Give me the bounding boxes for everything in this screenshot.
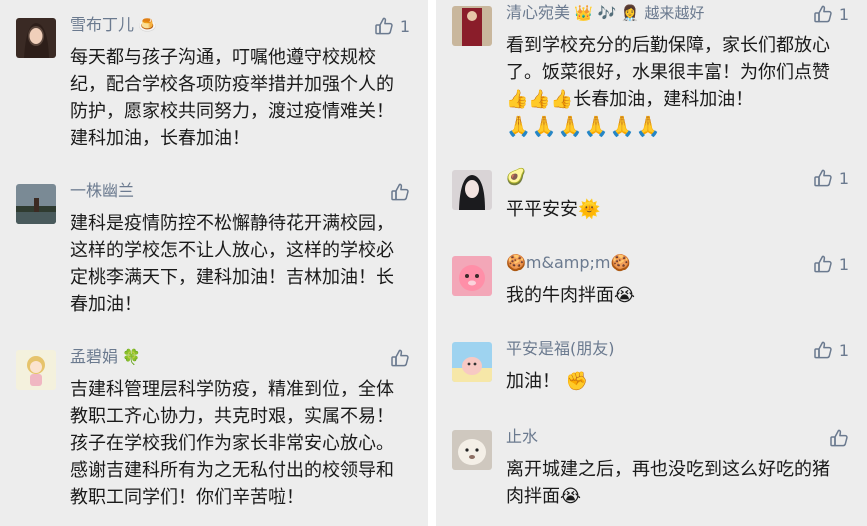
avatar[interactable] (452, 170, 492, 210)
thumbs-up-icon (374, 16, 394, 36)
avatar[interactable] (16, 18, 56, 58)
avatar[interactable] (452, 256, 492, 296)
comment-emoji-line: 🙏🙏🙏🙏🙏🙏 (506, 114, 662, 138)
like-button[interactable] (390, 180, 410, 204)
avatar[interactable] (16, 350, 56, 390)
avatar[interactable] (452, 6, 492, 46)
comment-text: 离开城建之后，再也没吃到这么好吃的猪肉拌面😭 (506, 459, 830, 507)
comment-username[interactable]: 🍪m&amp;m🍪 (506, 252, 630, 274)
comment-text: 加油！ ✊ (506, 371, 589, 392)
comment-username[interactable]: 一株幽兰 (70, 180, 134, 202)
comment-text: 平平安安🌞 (506, 199, 601, 220)
thumbs-up-icon (813, 254, 833, 274)
thumbs-up-icon (390, 348, 410, 368)
comments-panel-right: 清心宛美 👑 🎶 👩‍⚕️ 越来越好 1 看到学校充分的后勤保障，家长们都放心了。… (436, 0, 867, 526)
comment-username[interactable]: 孟碧娟 🍀 (70, 346, 141, 368)
like-button[interactable]: 1 (374, 14, 410, 38)
like-count: 1 (838, 340, 849, 360)
thumbs-up-icon (813, 168, 833, 188)
user-tag: 🍮 (138, 16, 157, 34)
comment-text: 每天都与孩子沟通，叮嘱他遵守校规校纪，配合学校各项防疫举措并加强个人的防护，愿家… (70, 47, 394, 149)
thumbs-up-icon (829, 428, 849, 448)
avatar[interactable] (452, 430, 492, 470)
like-button[interactable]: 1 (813, 2, 849, 26)
like-button[interactable]: 1 (813, 166, 849, 190)
like-count: 1 (838, 4, 849, 24)
comment-username[interactable]: 🥑 (506, 166, 526, 188)
avatar[interactable] (452, 342, 492, 382)
thumbs-up-icon (813, 340, 833, 360)
like-button[interactable]: 1 (813, 338, 849, 362)
comment-text: 建科是疫情防控不松懈静待花开满校园，这样的学校怎不让人放心，这样的学校必定桃李满… (70, 213, 394, 315)
comment-text: 我的牛肉拌面😭 (506, 285, 636, 306)
comment-username[interactable]: 止水 (506, 426, 538, 448)
like-button[interactable] (390, 346, 410, 370)
user-tag: 👑 🎶 👩‍⚕️ 越来越好 (574, 4, 705, 22)
comment-username[interactable]: 清心宛美 👑 🎶 👩‍⚕️ 越来越好 (506, 2, 704, 24)
like-count: 1 (838, 254, 849, 274)
like-count: 1 (399, 16, 410, 36)
comment-text: 看到学校充分的后勤保障，家长们都放心了。饭菜很好，水果很丰富！为你们点赞👍👍👍长… (506, 32, 847, 140)
user-tag: 🍀 (122, 348, 141, 366)
like-count: 1 (838, 168, 849, 188)
comments-panel-left: 雪布丁儿 🍮 1 每天都与孩子沟通，叮嘱他遵守校规校纪，配合学校各项防疫举措并加强… (0, 0, 428, 526)
comment-text-body: 看到学校充分的后勤保障，家长们都放心了。饭菜很好，水果很丰富！为你们点赞👍👍👍长… (506, 35, 830, 110)
like-button[interactable] (829, 426, 849, 450)
comment-text: 吉建科管理层科学防疫，精准到位，全体教职工齐心协力，共克时艰，实属不易！孩子在学… (70, 379, 394, 508)
comment-username[interactable]: 平安是福(朋友) (506, 338, 615, 360)
comment-username[interactable]: 雪布丁儿 🍮 (70, 14, 157, 36)
avatar[interactable] (16, 184, 56, 224)
like-button[interactable]: 1 (813, 252, 849, 276)
thumbs-up-icon (813, 4, 833, 24)
thumbs-up-icon (390, 182, 410, 202)
